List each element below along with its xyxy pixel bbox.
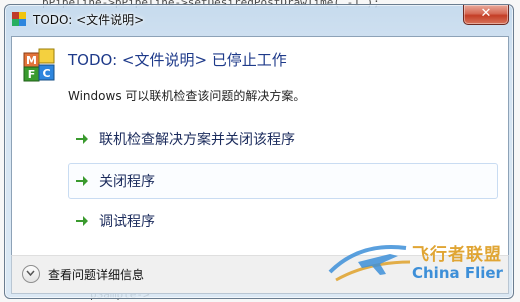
window-title: TODO: <文件说明> bbox=[33, 13, 145, 27]
watermark-cn-text: 飞行者联盟 bbox=[412, 245, 502, 265]
view-details-label: 查看问题详细信息 bbox=[48, 267, 145, 282]
app-blocks-icon bbox=[12, 12, 26, 26]
svg-text:C: C bbox=[42, 67, 50, 80]
green-arrow-icon bbox=[76, 134, 88, 144]
close-button[interactable]: ✕ bbox=[463, 5, 509, 25]
title-bar[interactable]: TODO: <文件说明> ✕ bbox=[5, 5, 513, 33]
command-label: 调试程序 bbox=[99, 214, 155, 230]
green-arrow-icon bbox=[76, 176, 88, 186]
dialog-content: M F C TODO: <文件说明> 已停止工作 Windows 可以联机检查该… bbox=[11, 36, 509, 256]
close-icon: ✕ bbox=[480, 6, 492, 21]
command-label: 联机检查解决方案并关闭该程序 bbox=[99, 132, 295, 148]
dialog-heading: TODO: <文件说明> 已停止工作 bbox=[68, 51, 287, 69]
dialog-description: Windows 可以联机检查该问题的解决方案。 bbox=[68, 89, 306, 103]
chevron-down-icon bbox=[22, 265, 40, 283]
command-label: 关闭程序 bbox=[99, 174, 155, 190]
view-details-button[interactable]: 查看问题详细信息 bbox=[22, 265, 144, 283]
svg-text:M: M bbox=[26, 54, 37, 67]
check-online-solution-button[interactable]: 联机检查解决方案并关闭该程序 bbox=[68, 121, 498, 157]
close-program-button[interactable]: 关闭程序 bbox=[68, 163, 498, 199]
svg-text:F: F bbox=[28, 68, 36, 81]
green-arrow-icon bbox=[76, 216, 88, 226]
app-blocks-icon: M F C bbox=[23, 48, 55, 82]
watermark-en-text: China Flier bbox=[412, 264, 503, 282]
china-flier-watermark: 飞行者联盟 China Flier bbox=[320, 232, 516, 296]
airplane-logo-icon bbox=[328, 245, 411, 282]
